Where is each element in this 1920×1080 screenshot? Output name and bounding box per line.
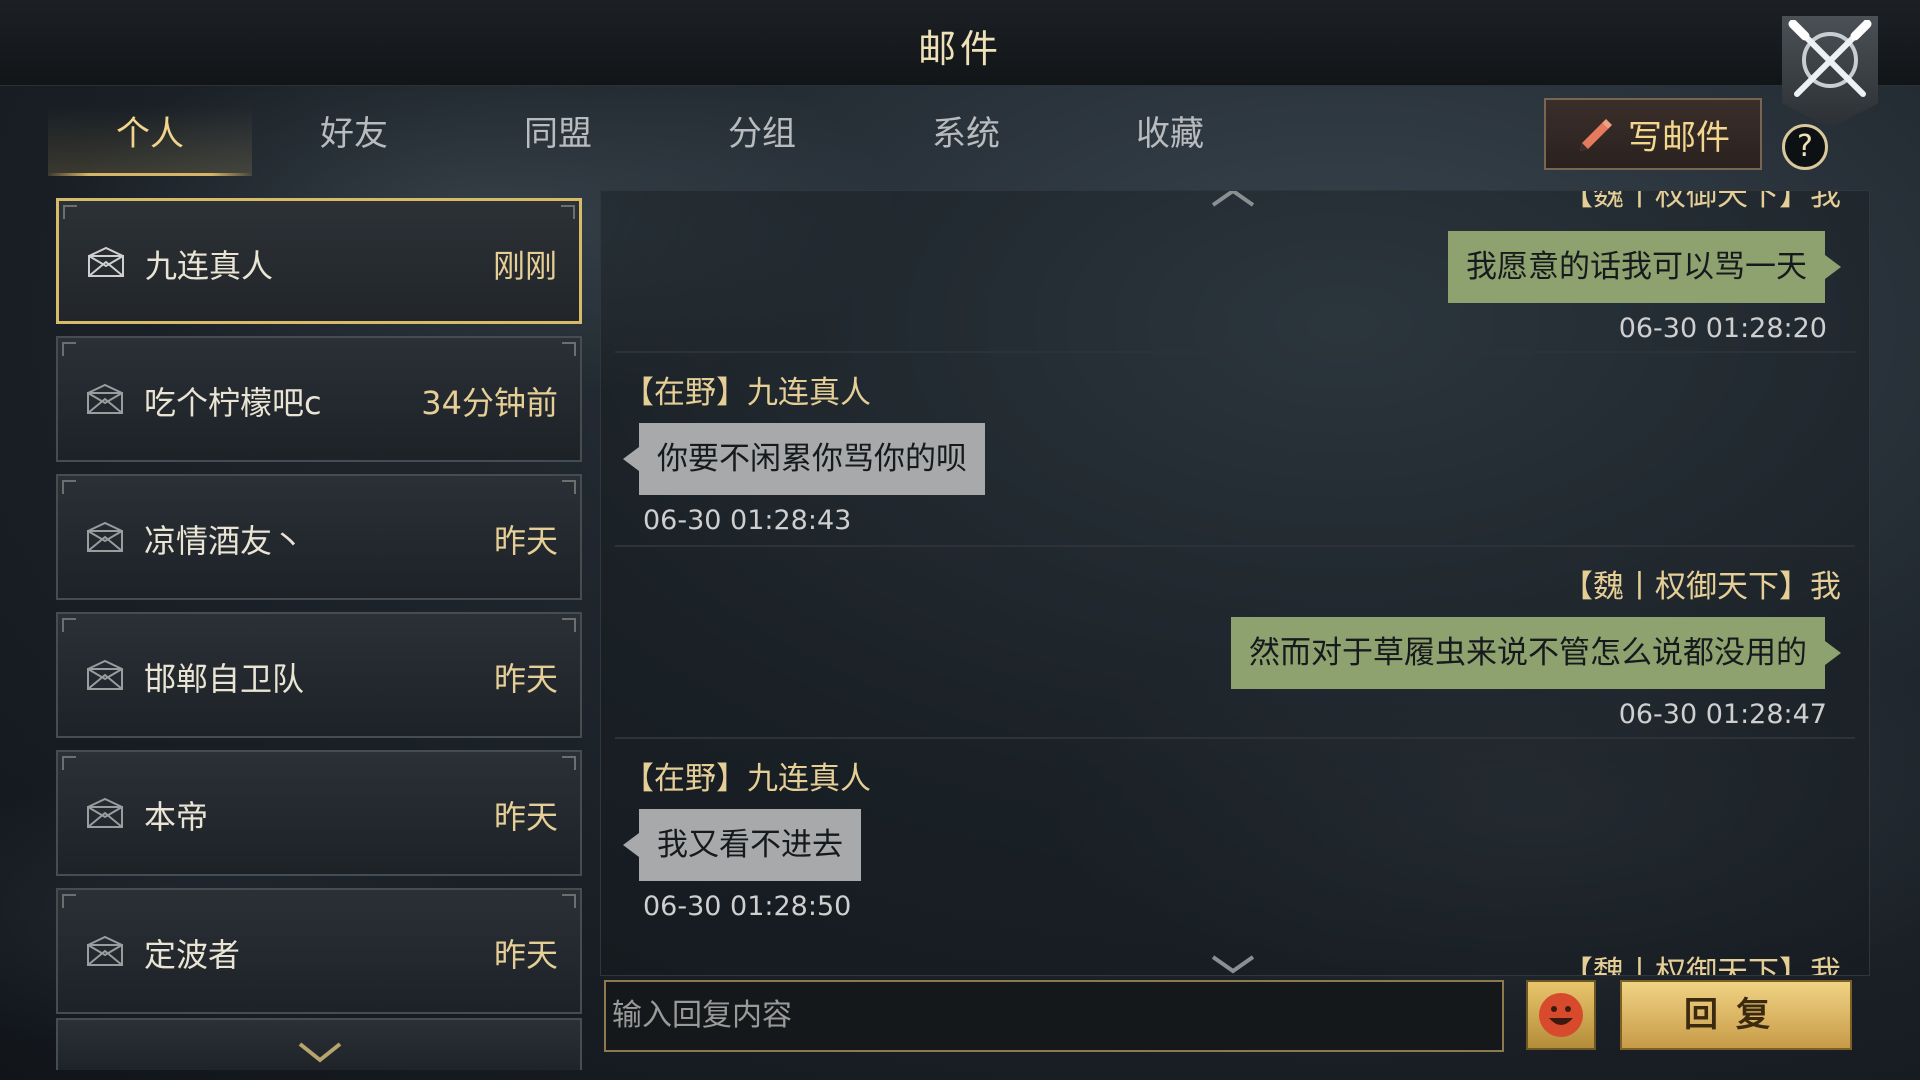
page-title: 邮件 (917, 27, 1002, 71)
frame-corner (562, 480, 576, 494)
frame-corner (562, 618, 576, 632)
my-message-bubble[interactable]: 我愿意的话我可以骂一天 (1448, 231, 1841, 303)
chevron-down-icon[interactable] (296, 1040, 344, 1066)
mail-list-item[interactable]: 邯郸自卫队 昨天 (56, 612, 582, 738)
message-divider (615, 545, 1855, 547)
tab-friends[interactable]: 好友 (252, 96, 456, 176)
reply-button[interactable]: 回复 (1620, 980, 1852, 1050)
tab-alliance[interactable]: 同盟 (456, 96, 660, 176)
message-sender: 【在野】九连真人 (623, 375, 871, 411)
mail-time: 刚刚 (492, 247, 557, 285)
crossed-swords-icon (1788, 20, 1872, 97)
frame-corner (63, 205, 77, 219)
mail-list-item[interactable]: 九连真人 刚刚 (56, 198, 582, 324)
message-timestamp: 06-30 01:28:47 (1618, 699, 1827, 730)
frame-corner (62, 342, 76, 356)
frame-corner (561, 205, 575, 219)
close-button[interactable] (1782, 16, 1878, 128)
conversation-panel[interactable]: 【魏丨权御天下】我 我愿意的话我可以骂一天 06-30 01:28:20 【在野… (600, 190, 1870, 976)
pencil-icon (1580, 119, 1612, 151)
mail-time: 34分钟前 (421, 384, 558, 422)
mail-time: 昨天 (493, 660, 558, 698)
tab-label: 收藏 (1136, 114, 1204, 154)
tab-label: 同盟 (524, 114, 592, 154)
envelope-icon (87, 383, 123, 414)
message-sender: 【魏丨权御天下】我 (1562, 190, 1841, 213)
mail-sender-name: 邯郸自卫队 (144, 660, 305, 698)
write-mail-label: 写邮件 (1628, 117, 1730, 158)
mail-list-item[interactable]: 凉情酒友丶 昨天 (56, 474, 582, 600)
mail-sender-name: 九连真人 (145, 247, 274, 285)
envelope-icon (87, 797, 123, 828)
chevron-up-icon[interactable] (1209, 190, 1257, 207)
mail-time: 昨天 (493, 936, 558, 974)
smiley-face-icon (1539, 993, 1583, 1037)
mail-time: 昨天 (493, 522, 558, 560)
envelope-icon (87, 935, 123, 966)
mail-sender-name: 定波者 (144, 936, 241, 974)
their-message-bubble[interactable]: 你要不闲累你骂你的呗 (623, 423, 985, 495)
message-sender: 【魏丨权御天下】我 (1562, 955, 1841, 976)
frame-corner (62, 894, 76, 908)
mail-sender-name: 本帝 (144, 798, 209, 836)
envelope-icon (88, 246, 124, 277)
tab-label: 个人 (116, 114, 184, 154)
frame-corner (62, 756, 76, 770)
mail-sender-name: 凉情酒友丶 (144, 522, 305, 560)
tab-label: 好友 (320, 114, 388, 154)
tab-label: 系统 (932, 114, 1000, 154)
chevron-down-icon[interactable] (1209, 953, 1257, 975)
message-sender: 【魏丨权御天下】我 (1562, 569, 1841, 605)
write-mail-button[interactable]: 写邮件 (1544, 98, 1762, 170)
tab-personal[interactable]: 个人 (48, 96, 252, 176)
message-timestamp: 06-30 01:28:20 (1618, 313, 1827, 344)
message-divider (615, 737, 1855, 739)
mail-list-item[interactable]: 吃个柠檬吧c 34分钟前 (56, 336, 582, 462)
message-divider (615, 351, 1855, 353)
emoji-button[interactable] (1526, 980, 1596, 1050)
mail-list-item[interactable]: 定波者 昨天 (56, 888, 582, 1014)
mail-list: 九连真人 刚刚 吃个柠檬吧c 34分钟前 凉情酒友丶 昨天 邯郸自卫队 昨天 本… (56, 198, 584, 1070)
title-bar: 邮件 (0, 0, 1920, 86)
frame-corner (562, 894, 576, 908)
frame-corner (562, 342, 576, 356)
frame-corner (562, 756, 576, 770)
envelope-icon (87, 521, 123, 552)
mail-time: 昨天 (493, 798, 558, 836)
tab-label: 分组 (728, 114, 796, 154)
mail-sender-name: 吃个柠檬吧c (144, 384, 322, 422)
frame-corner (62, 480, 76, 494)
message-timestamp: 06-30 01:28:43 (643, 505, 852, 536)
help-button[interactable]: ? (1782, 124, 1828, 170)
tab-group[interactable]: 分组 (660, 96, 864, 176)
mail-list-item[interactable]: 本帝 昨天 (56, 750, 582, 876)
reply-input[interactable]: 输入回复内容 (604, 980, 1504, 1052)
mail-tabs: 个人 好友 同盟 分组 系统 收藏 (48, 96, 1272, 176)
tab-favorites[interactable]: 收藏 (1068, 96, 1272, 176)
message-sender: 【在野】九连真人 (623, 761, 871, 797)
tab-system[interactable]: 系统 (864, 96, 1068, 176)
envelope-icon (87, 659, 123, 690)
their-message-bubble[interactable]: 我又看不进去 (623, 809, 861, 881)
message-timestamp: 06-30 01:28:50 (643, 891, 852, 922)
my-message-bubble[interactable]: 然而对于草履虫来说不管怎么说都没用的 (1231, 617, 1841, 689)
frame-corner (62, 618, 76, 632)
